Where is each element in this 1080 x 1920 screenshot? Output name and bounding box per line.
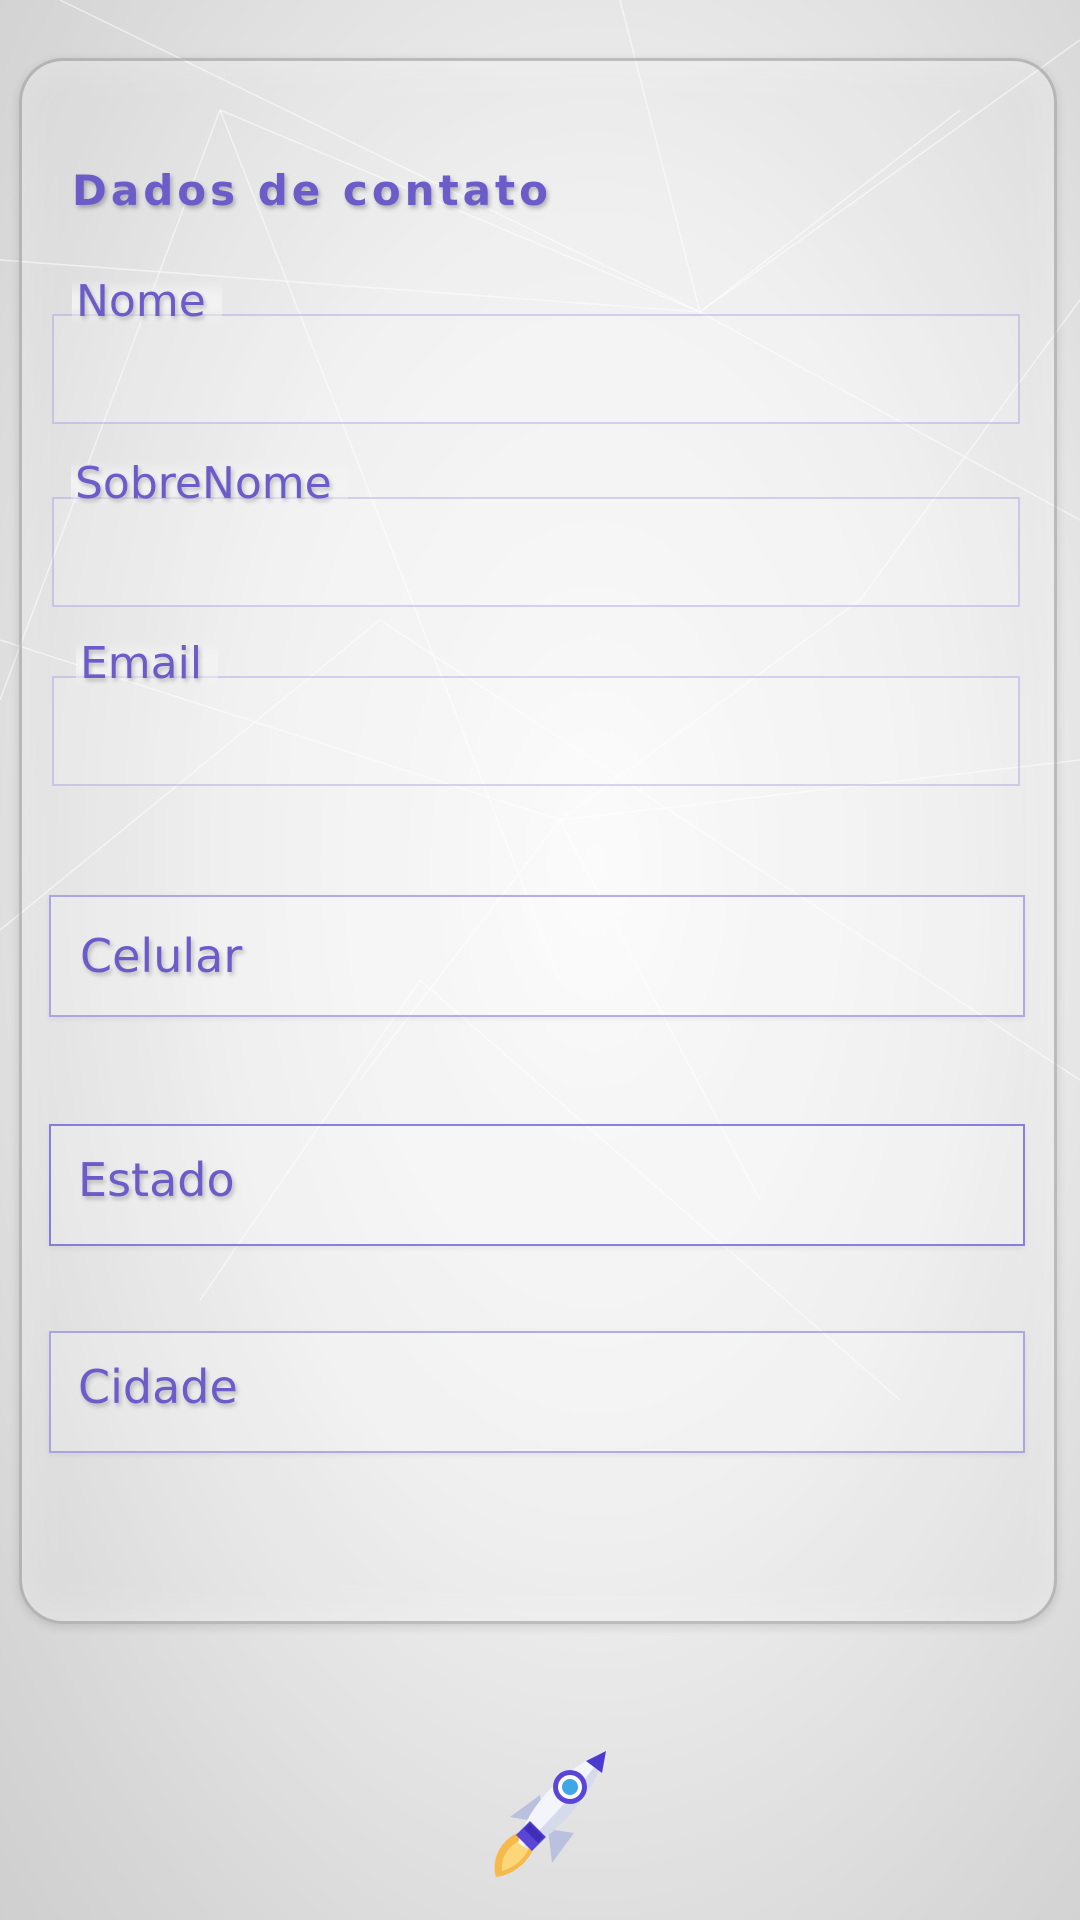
estado-field[interactable]: Estado — [49, 1124, 1025, 1246]
celular-input[interactable] — [51, 897, 1023, 1015]
email-field[interactable] — [52, 676, 1020, 786]
nome-input[interactable] — [54, 316, 1018, 422]
nome-label: Nome — [72, 280, 222, 324]
celular-field[interactable]: Celular — [49, 895, 1025, 1017]
sobrenome-label: SobreNome — [71, 462, 348, 506]
cidade-field[interactable]: Cidade — [49, 1331, 1025, 1453]
cidade-input[interactable] — [51, 1333, 1023, 1451]
rocket-icon[interactable] — [482, 1745, 618, 1881]
estado-input[interactable] — [51, 1126, 1023, 1244]
email-label: Email — [76, 642, 219, 686]
nome-field[interactable] — [52, 314, 1020, 424]
email-input[interactable] — [54, 678, 1018, 784]
sobrenome-input[interactable] — [54, 499, 1018, 605]
card-title: Dados de contato — [72, 166, 552, 215]
sobrenome-field[interactable] — [52, 497, 1020, 607]
